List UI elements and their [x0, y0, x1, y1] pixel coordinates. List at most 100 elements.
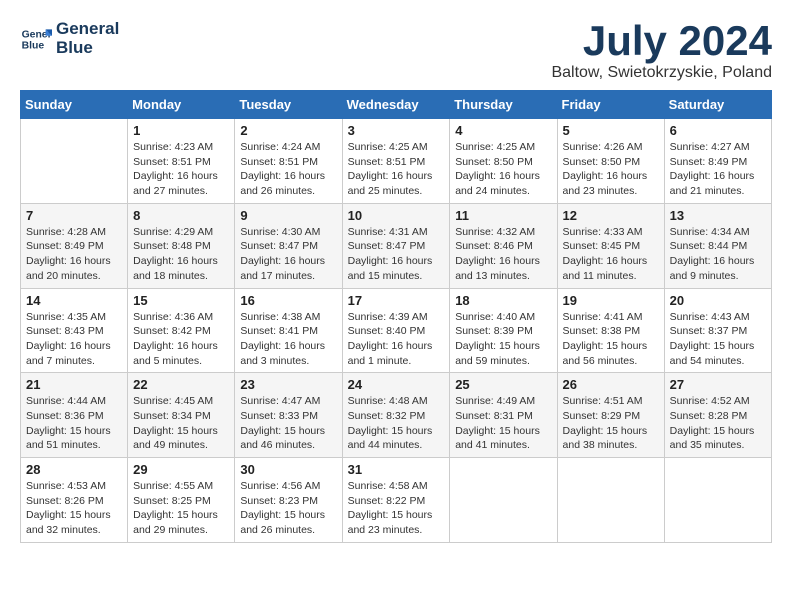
weekday-header-monday: Monday [128, 91, 235, 119]
day-number: 29 [133, 462, 229, 477]
day-number: 17 [348, 293, 445, 308]
day-info: Sunrise: 4:33 AMSunset: 8:45 PMDaylight:… [563, 225, 659, 284]
calendar-cell: 27Sunrise: 4:52 AMSunset: 8:28 PMDayligh… [664, 373, 771, 458]
day-info: Sunrise: 4:40 AMSunset: 8:39 PMDaylight:… [455, 310, 551, 369]
day-number: 7 [26, 208, 122, 223]
day-number: 11 [455, 208, 551, 223]
calendar-week-row: 7 Sunrise: 4:28 AMSunset: 8:49 PMDaylight… [21, 203, 772, 288]
calendar-cell: 9 Sunrise: 4:30 AMSunset: 8:47 PMDaylight… [235, 203, 342, 288]
calendar-cell [21, 119, 128, 204]
logo-line2: Blue [56, 39, 119, 58]
day-number: 9 [240, 208, 336, 223]
calendar-week-row: 1 Sunrise: 4:23 AMSunset: 8:51 PMDaylight… [21, 119, 772, 204]
calendar-cell [664, 458, 771, 543]
day-number: 12 [563, 208, 659, 223]
calendar-week-row: 21Sunrise: 4:44 AMSunset: 8:36 PMDayligh… [21, 373, 772, 458]
day-info: Sunrise: 4:26 AMSunset: 8:50 PMDaylight:… [563, 140, 659, 199]
day-info: Sunrise: 4:51 AMSunset: 8:29 PMDaylight:… [563, 394, 659, 453]
logo: General Blue General Blue [20, 20, 119, 57]
day-info: Sunrise: 4:27 AMSunset: 8:49 PMDaylight:… [670, 140, 766, 199]
day-info: Sunrise: 4:38 AMSunset: 8:41 PMDaylight:… [240, 310, 336, 369]
weekday-header-thursday: Thursday [450, 91, 557, 119]
day-info: Sunrise: 4:23 AMSunset: 8:51 PMDaylight:… [133, 140, 229, 199]
day-info: Sunrise: 4:47 AMSunset: 8:33 PMDaylight:… [240, 394, 336, 453]
calendar-cell: 11Sunrise: 4:32 AMSunset: 8:46 PMDayligh… [450, 203, 557, 288]
day-number: 5 [563, 123, 659, 138]
calendar-cell: 14 Sunrise: 4:35 AMSunset: 8:43 PMDayligh… [21, 288, 128, 373]
day-number: 18 [455, 293, 551, 308]
day-info: Sunrise: 4:41 AMSunset: 8:38 PMDaylight:… [563, 310, 659, 369]
calendar-cell: 17 Sunrise: 4:39 AMSunset: 8:40 PMDayligh… [342, 288, 450, 373]
calendar-cell: 15Sunrise: 4:36 AMSunset: 8:42 PMDayligh… [128, 288, 235, 373]
location-title: Baltow, Swietokrzyskie, Poland [551, 64, 772, 82]
calendar-cell: 2Sunrise: 4:24 AMSunset: 8:51 PMDaylight… [235, 119, 342, 204]
day-number: 26 [563, 377, 659, 392]
day-number: 13 [670, 208, 766, 223]
day-number: 22 [133, 377, 229, 392]
calendar-cell: 29 Sunrise: 4:55 AMSunset: 8:25 PMDayligh… [128, 458, 235, 543]
day-number: 3 [348, 123, 445, 138]
day-number: 1 [133, 123, 229, 138]
day-info: Sunrise: 4:39 AMSunset: 8:40 PMDaylight:… [348, 310, 445, 369]
day-info: Sunrise: 4:35 AMSunset: 8:43 PMDaylight:… [26, 310, 122, 369]
day-number: 6 [670, 123, 766, 138]
day-number: 14 [26, 293, 122, 308]
weekday-header-friday: Friday [557, 91, 664, 119]
calendar-table: SundayMondayTuesdayWednesdayThursdayFrid… [20, 90, 772, 543]
day-info: Sunrise: 4:58 AMSunset: 8:22 PMDaylight:… [348, 479, 445, 538]
day-info: Sunrise: 4:31 AMSunset: 8:47 PMDaylight:… [348, 225, 445, 284]
day-number: 10 [348, 208, 445, 223]
calendar-cell: 4Sunrise: 4:25 AMSunset: 8:50 PMDaylight… [450, 119, 557, 204]
day-number: 15 [133, 293, 229, 308]
calendar-cell: 26 Sunrise: 4:51 AMSunset: 8:29 PMDayligh… [557, 373, 664, 458]
calendar-cell: 13Sunrise: 4:34 AMSunset: 8:44 PMDayligh… [664, 203, 771, 288]
day-info: Sunrise: 4:24 AMSunset: 8:51 PMDaylight:… [240, 140, 336, 199]
calendar-cell: 31 Sunrise: 4:58 AMSunset: 8:22 PMDayligh… [342, 458, 450, 543]
day-info: Sunrise: 4:30 AMSunset: 8:47 PMDaylight:… [240, 225, 336, 284]
calendar-cell: 3 Sunrise: 4:25 AMSunset: 8:51 PMDaylight… [342, 119, 450, 204]
day-info: Sunrise: 4:53 AMSunset: 8:26 PMDaylight:… [26, 479, 122, 538]
calendar-cell: 5 Sunrise: 4:26 AMSunset: 8:50 PMDaylight… [557, 119, 664, 204]
day-number: 16 [240, 293, 336, 308]
day-info: Sunrise: 4:29 AMSunset: 8:48 PMDaylight:… [133, 225, 229, 284]
logo-line1: General [56, 20, 119, 39]
weekday-header-sunday: Sunday [21, 91, 128, 119]
day-info: Sunrise: 4:28 AMSunset: 8:49 PMDaylight:… [26, 225, 122, 284]
calendar-cell: 20 Sunrise: 4:43 AMSunset: 8:37 PMDayligh… [664, 288, 771, 373]
calendar-cell: 1 Sunrise: 4:23 AMSunset: 8:51 PMDaylight… [128, 119, 235, 204]
day-number: 23 [240, 377, 336, 392]
calendar-cell: 25Sunrise: 4:49 AMSunset: 8:31 PMDayligh… [450, 373, 557, 458]
calendar-week-row: 28 Sunrise: 4:53 AMSunset: 8:26 PMDayligh… [21, 458, 772, 543]
day-number: 28 [26, 462, 122, 477]
day-number: 19 [563, 293, 659, 308]
calendar-cell: 8 Sunrise: 4:29 AMSunset: 8:48 PMDaylight… [128, 203, 235, 288]
day-number: 21 [26, 377, 122, 392]
day-info: Sunrise: 4:52 AMSunset: 8:28 PMDaylight:… [670, 394, 766, 453]
calendar-cell: 7 Sunrise: 4:28 AMSunset: 8:49 PMDaylight… [21, 203, 128, 288]
calendar-cell: 23 Sunrise: 4:47 AMSunset: 8:33 PMDayligh… [235, 373, 342, 458]
day-info: Sunrise: 4:43 AMSunset: 8:37 PMDaylight:… [670, 310, 766, 369]
header: General Blue General Blue July 2024 Balt… [20, 20, 772, 82]
weekday-header-wednesday: Wednesday [342, 91, 450, 119]
day-number: 31 [348, 462, 445, 477]
calendar-cell: 24Sunrise: 4:48 AMSunset: 8:32 PMDayligh… [342, 373, 450, 458]
weekday-header-row: SundayMondayTuesdayWednesdayThursdayFrid… [21, 91, 772, 119]
day-number: 30 [240, 462, 336, 477]
day-info: Sunrise: 4:45 AMSunset: 8:34 PMDaylight:… [133, 394, 229, 453]
day-info: Sunrise: 4:55 AMSunset: 8:25 PMDaylight:… [133, 479, 229, 538]
day-info: Sunrise: 4:25 AMSunset: 8:51 PMDaylight:… [348, 140, 445, 199]
day-number: 8 [133, 208, 229, 223]
month-title: July 2024 [551, 20, 772, 62]
day-number: 25 [455, 377, 551, 392]
calendar-week-row: 14 Sunrise: 4:35 AMSunset: 8:43 PMDayligh… [21, 288, 772, 373]
calendar-cell: 28 Sunrise: 4:53 AMSunset: 8:26 PMDayligh… [21, 458, 128, 543]
calendar-cell: 6 Sunrise: 4:27 AMSunset: 8:49 PMDaylight… [664, 119, 771, 204]
calendar-cell [557, 458, 664, 543]
day-info: Sunrise: 4:48 AMSunset: 8:32 PMDaylight:… [348, 394, 445, 453]
logo-icon: General Blue [20, 23, 52, 55]
day-number: 20 [670, 293, 766, 308]
calendar-cell: 16 Sunrise: 4:38 AMSunset: 8:41 PMDayligh… [235, 288, 342, 373]
calendar-cell: 22 Sunrise: 4:45 AMSunset: 8:34 PMDayligh… [128, 373, 235, 458]
calendar-cell: 18 Sunrise: 4:40 AMSunset: 8:39 PMDayligh… [450, 288, 557, 373]
title-area: July 2024 Baltow, Swietokrzyskie, Poland [551, 20, 772, 82]
